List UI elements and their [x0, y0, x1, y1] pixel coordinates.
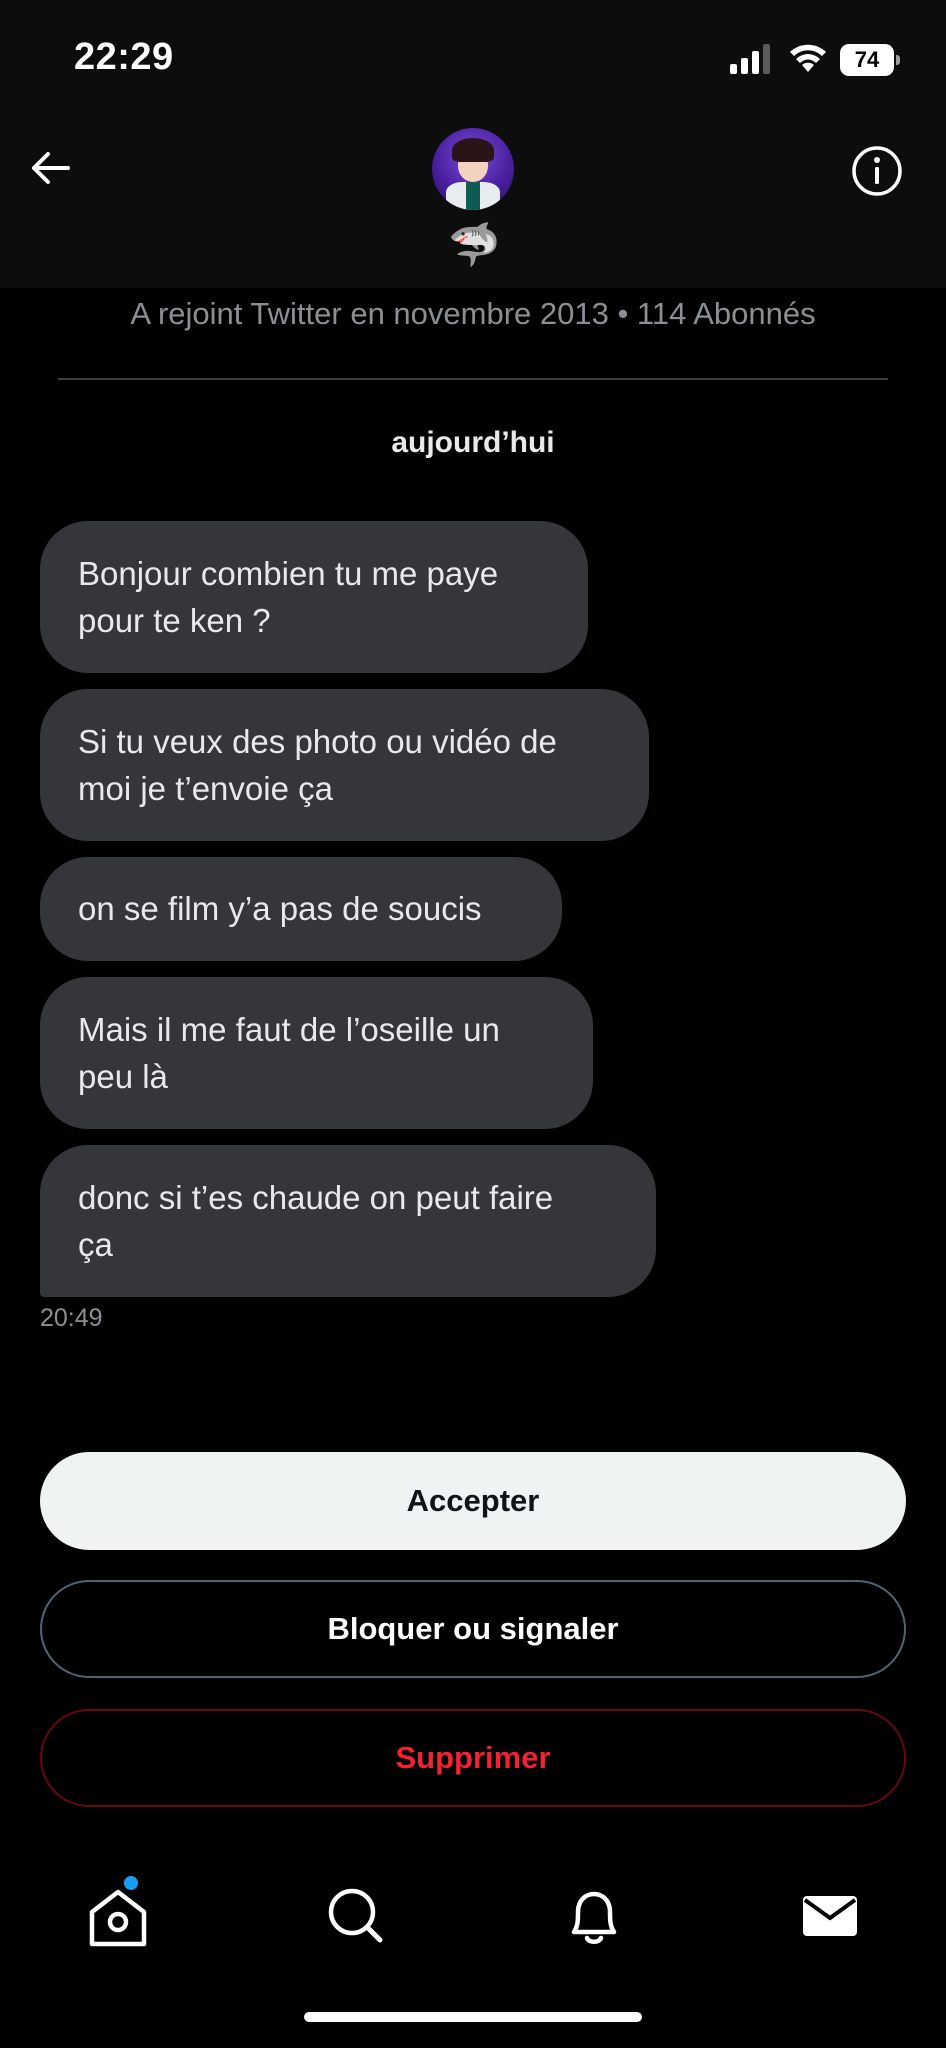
notifications-bell-icon — [571, 1891, 617, 1944]
message-text-line: peu là — [78, 1058, 168, 1095]
search-icon — [328, 1888, 383, 1943]
home-icon — [89, 1889, 147, 1947]
message-text-line: Bonjour combien tu me paye — [78, 555, 499, 592]
message-timestamp: 20:49 — [40, 1304, 103, 1332]
nav-search[interactable] — [316, 1876, 396, 1956]
message-bubble[interactable]: on se film y’a pas de soucis — [40, 857, 562, 961]
status-time: 22:29 — [74, 36, 174, 78]
nav-notifications[interactable] — [554, 1876, 634, 1956]
message-text-line: Si tu veux des photo ou vidéo de — [78, 723, 557, 760]
accept-button[interactable]: Accepter — [40, 1452, 906, 1550]
wifi-icon — [790, 44, 826, 72]
dm-request-screen: 22:29 74 🦈 A rejoint Twitter en novembre… — [0, 0, 946, 2048]
message-bubble[interactable]: donc si t’es chaude on peut faire ça — [40, 1145, 656, 1297]
conversation-header: 🦈 — [0, 120, 946, 288]
divider — [58, 378, 888, 380]
battery-icon: 74 — [840, 44, 900, 76]
day-separator: aujourd’hui — [391, 426, 555, 459]
message-text-line: donc si t’es chaude on peut faire — [78, 1179, 554, 1216]
info-icon[interactable] — [850, 144, 904, 198]
messages-envelope-icon — [803, 1896, 857, 1936]
status-bar: 22:29 74 — [0, 0, 946, 120]
block-or-report-button[interactable]: Bloquer ou signaler — [40, 1580, 906, 1678]
notification-dot — [124, 1876, 138, 1890]
message-text-line: pour te ken ? — [78, 602, 271, 639]
battery-level: 74 — [854, 47, 880, 72]
avatar[interactable] — [432, 128, 514, 210]
message-text-line: on se film y’a pas de soucis — [78, 890, 482, 927]
bottom-nav — [0, 1860, 946, 1980]
message-bubble[interactable]: Bonjour combien tu me paye pour te ken ? — [40, 521, 588, 673]
back-arrow-icon[interactable] — [26, 144, 74, 192]
message-bubble[interactable]: Si tu veux des photo ou vidéo de moi je … — [40, 689, 649, 841]
home-indicator[interactable] — [304, 2012, 642, 2022]
profile-joined-info: A rejoint Twitter en novembre 2013 • 114… — [130, 296, 816, 331]
nav-home[interactable] — [78, 1876, 158, 1956]
message-text-line: ça — [78, 1226, 113, 1263]
signal-icon — [730, 44, 770, 74]
delete-button[interactable]: Supprimer — [40, 1709, 906, 1807]
message-bubble[interactable]: Mais il me faut de l’oseille un peu là — [40, 977, 593, 1129]
nav-messages[interactable] — [790, 1876, 870, 1956]
message-text-line: Mais il me faut de l’oseille un — [78, 1011, 500, 1048]
message-text-line: moi je t’envoie ça — [78, 770, 333, 807]
display-name-emoji: 🦈 — [448, 221, 501, 268]
